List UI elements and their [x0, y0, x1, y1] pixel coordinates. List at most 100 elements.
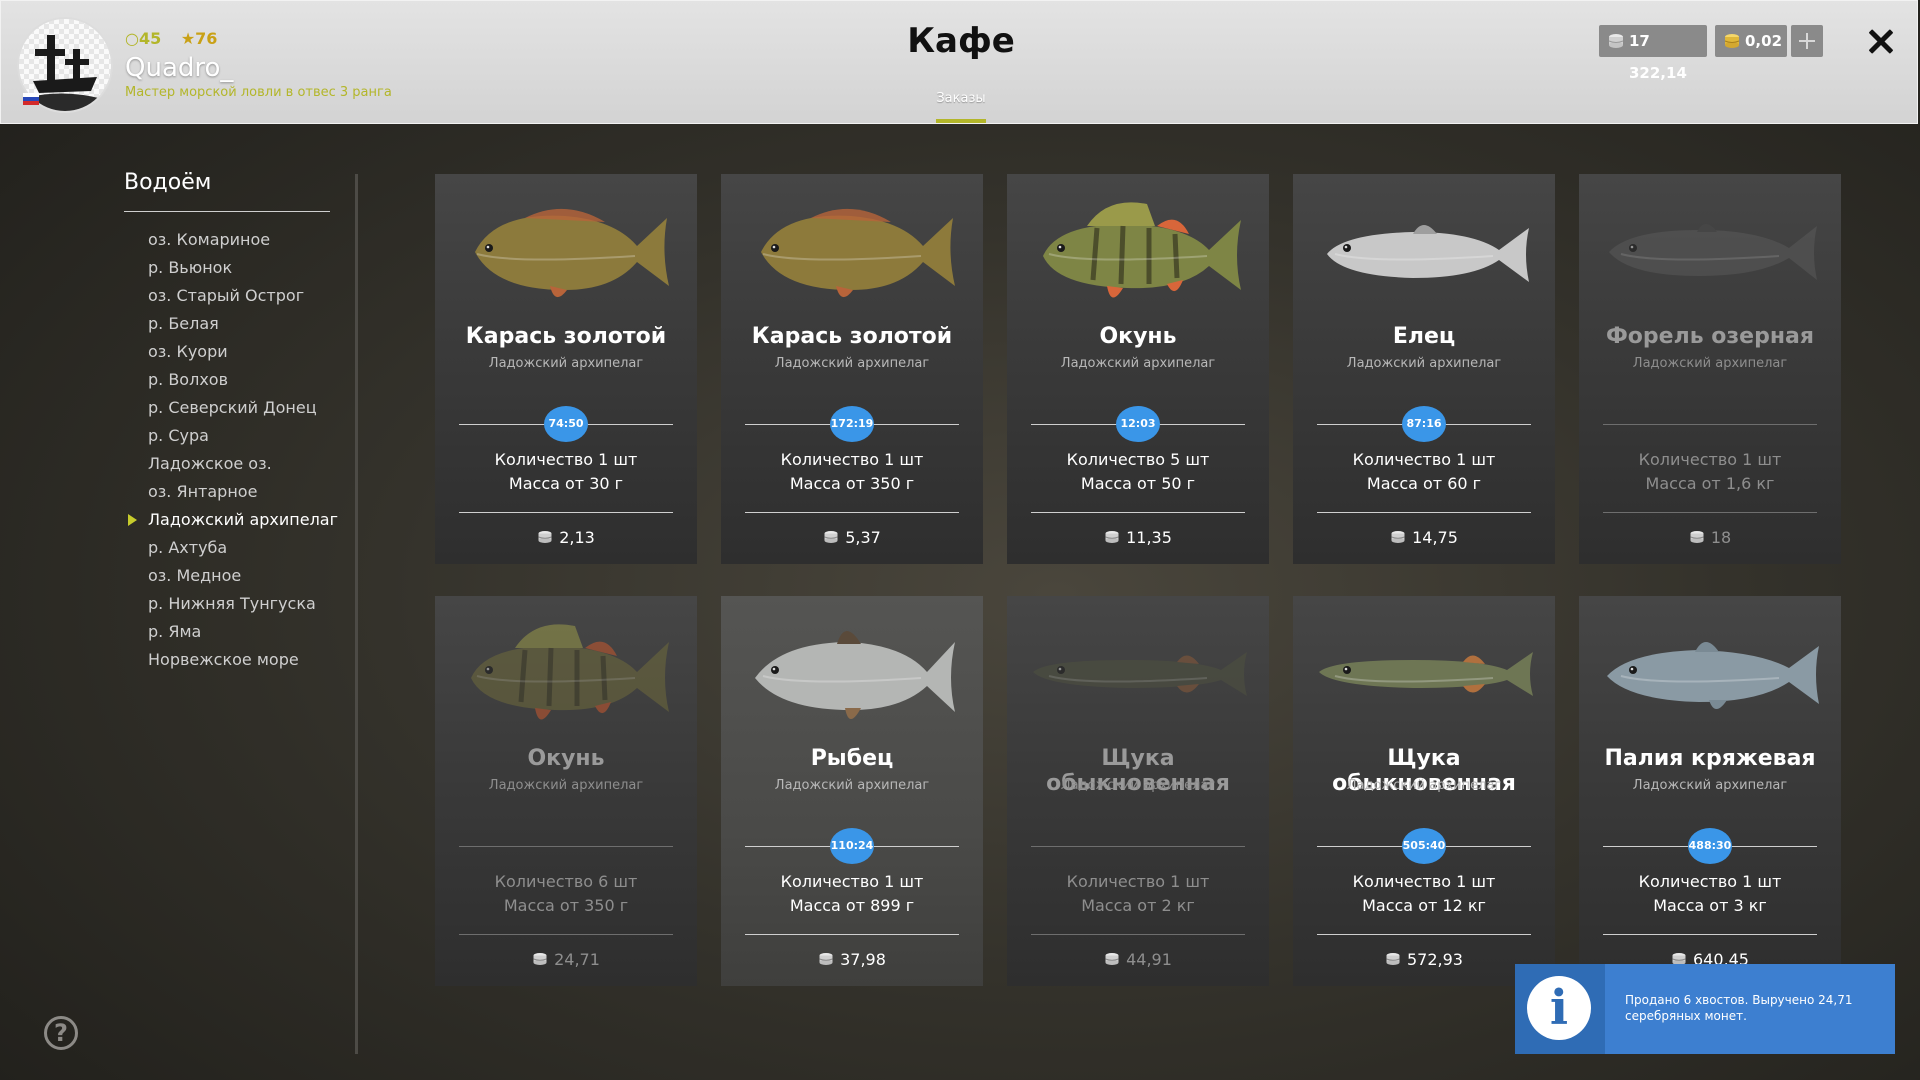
sidebar-item[interactable]: р. Нижняя Тунгуска: [124, 590, 344, 618]
order-timer-badge: 488:30: [1688, 828, 1732, 864]
country-flag-icon: [23, 93, 39, 105]
order-quantity: Количество 5 шт: [1066, 450, 1210, 469]
level-stat: ○45: [125, 29, 162, 48]
order-card[interactable]: Окунь Ладожский архипелаг Количество 6 шт М…: [435, 596, 697, 986]
fish-name: Елец: [1392, 324, 1456, 349]
order-mass: Масса от 2 кг: [1081, 896, 1195, 915]
toast-message: Продано 6 хвостов. Выручено 24,71 серебр…: [1625, 993, 1853, 1023]
card-divider: [1317, 512, 1531, 513]
order-card[interactable]: Щука обыкновенная Ладожский архипелаг 505:…: [1293, 596, 1555, 986]
sidebar-item-label: р. Нижняя Тунгуска: [148, 594, 316, 613]
sidebar-item-label: оз. Комариное: [148, 230, 271, 249]
sidebar-item[interactable]: оз. Медное: [124, 562, 344, 590]
sidebar-item[interactable]: оз. Комариное: [124, 226, 344, 254]
order-quantity: Количество 1 шт: [494, 450, 638, 469]
order-card[interactable]: Рыбец Ладожский архипелаг 110:24 Количество…: [721, 596, 983, 986]
silver-amount: 17 322,14: [1629, 32, 1687, 82]
card-divider: [1317, 934, 1531, 935]
order-quantity: Количество 1 шт: [1352, 450, 1496, 469]
order-reward: 2,13: [435, 528, 697, 547]
card-divider: [1603, 424, 1817, 425]
order-mass: Масса от 60 г: [1366, 474, 1482, 493]
silver-coins-icon: [1386, 953, 1400, 965]
add-gold-button[interactable]: [1791, 25, 1823, 57]
order-card[interactable]: Щука обыкновенная Ладожский архипелаг Коли…: [1007, 596, 1269, 986]
sidebar-title: Водоём: [124, 170, 212, 195]
order-reward: 5,37: [721, 528, 983, 547]
silver-coins-icon: [1105, 953, 1119, 965]
notification-toast[interactable]: i Продано 6 хвостов. Выручено 24,71 сере…: [1515, 964, 1895, 1054]
sidebar-item[interactable]: Ладожский архипелаг: [124, 506, 344, 534]
order-mass: Масса от 350 г: [789, 474, 915, 493]
sidebar-item[interactable]: р. Вьюнок: [124, 254, 344, 282]
sidebar-item[interactable]: оз. Куори: [124, 338, 344, 366]
fish-location: Ладожский архипелаг: [1060, 778, 1216, 793]
player-name: Quadro_: [125, 53, 234, 83]
reward-amount: 24,71: [554, 950, 600, 969]
silver-coins-icon: [1690, 531, 1704, 543]
fish-location: Ладожский архипелаг: [774, 356, 930, 371]
sidebar-item-label: Ладожский архипелаг: [148, 510, 339, 529]
sidebar-item-label: Ладожское оз.: [148, 454, 272, 473]
silver-coins-icon: [1105, 531, 1119, 543]
order-card[interactable]: Окунь Ладожский архипелаг 12:03 Количество …: [1007, 174, 1269, 564]
order-card[interactable]: Карась золотой Ладожский архипелаг 74:50 Ко…: [435, 174, 697, 564]
card-divider: [459, 512, 673, 513]
order-quantity: Количество 6 шт: [494, 872, 638, 891]
silver-coins-icon: [1391, 531, 1405, 543]
order-reward: 18: [1579, 528, 1841, 547]
card-divider: [459, 934, 673, 935]
sidebar-item[interactable]: Ладожское оз.: [124, 450, 344, 478]
reward-amount: 37,98: [840, 950, 886, 969]
order-quantity: Количество 1 шт: [780, 872, 924, 891]
info-icon: i: [1527, 976, 1591, 1040]
trout-fish-image: [1609, 224, 1817, 280]
order-quantity: Количество 1 шт: [1638, 450, 1782, 469]
close-button[interactable]: [1863, 23, 1899, 59]
fish-name: Окунь: [1099, 324, 1177, 349]
reward-amount: 572,93: [1407, 950, 1463, 969]
order-reward: 24,71: [435, 950, 697, 969]
toast-icon-panel: i: [1515, 964, 1605, 1054]
fish-name: Форель озерная: [1605, 324, 1815, 349]
sidebar-item[interactable]: р. Волхов: [124, 366, 344, 394]
sidebar-item[interactable]: р. Ахтуба: [124, 534, 344, 562]
sidebar-item-label: р. Сура: [148, 426, 209, 445]
sidebar-item-label: р. Северский Донец: [148, 398, 317, 417]
sidebar-item[interactable]: оз. Янтарное: [124, 478, 344, 506]
sidebar-item[interactable]: р. Северский Донец: [124, 394, 344, 422]
sidebar-scrollbar[interactable]: [355, 174, 358, 1054]
order-mass: Масса от 899 г: [789, 896, 915, 915]
vimba-fish-image: [755, 631, 955, 719]
waterbody-list: оз. Комариное р. Вьюнок оз. Старый Острог р…: [124, 226, 344, 674]
pike-fish-image: [1033, 652, 1247, 696]
order-timer-badge: 172:19: [830, 406, 874, 442]
sidebar-item[interactable]: Норвежское море: [124, 646, 344, 674]
char-fish-image: [1607, 642, 1819, 709]
help-button[interactable]: ?: [44, 1016, 78, 1050]
sidebar-divider: [124, 211, 330, 212]
order-card[interactable]: Палия кряжевая Ладожский архипелаг 488:30 К…: [1579, 596, 1841, 986]
order-mass: Масса от 3 кг: [1653, 896, 1767, 915]
order-card[interactable]: Карась золотой Ладожский архипелаг 172:19 К…: [721, 174, 983, 564]
sidebar-item[interactable]: р. Сура: [124, 422, 344, 450]
order-quantity: Количество 1 шт: [780, 450, 924, 469]
tab-orders[interactable]: Заказы: [911, 91, 1011, 106]
sidebar-item-label: оз. Куори: [148, 342, 228, 361]
player-stats: ○45 ★76: [125, 29, 231, 48]
sidebar-item-label: р. Волхов: [148, 370, 229, 389]
sidebar-item-label: оз. Старый Острог: [148, 286, 305, 305]
silver-coins-icon: [533, 953, 547, 965]
fish-name: Рыбец: [810, 746, 894, 771]
silver-balance: 17 322,14: [1599, 25, 1707, 82]
sidebar-item-label: р. Ахтуба: [148, 538, 228, 557]
sidebar-item[interactable]: р. Белая: [124, 310, 344, 338]
card-divider: [745, 934, 959, 935]
order-timer-badge: 110:24: [830, 828, 874, 864]
fish-name: Палия кряжевая: [1604, 746, 1816, 771]
order-card[interactable]: Форель озерная Ладожский архипелаг Количес…: [1579, 174, 1841, 564]
order-card[interactable]: Елец Ладожский архипелаг 87:16 Количество 1…: [1293, 174, 1555, 564]
sidebar-item-label: р. Вьюнок: [148, 258, 233, 277]
sidebar-item[interactable]: р. Яма: [124, 618, 344, 646]
sidebar-item[interactable]: оз. Старый Острог: [124, 282, 344, 310]
